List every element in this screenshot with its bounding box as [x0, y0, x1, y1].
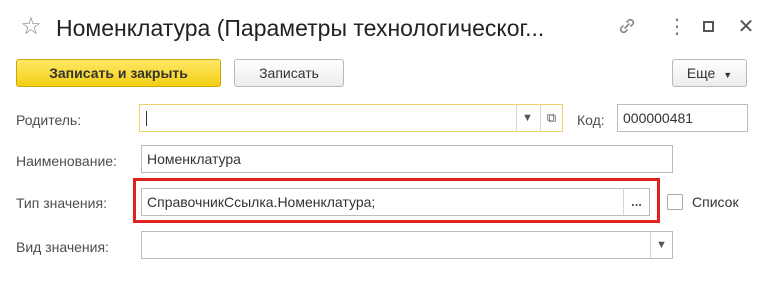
link-icon[interactable] — [616, 16, 638, 38]
save-and-close-button[interactable]: Записать и закрыть — [16, 59, 221, 87]
code-field[interactable]: 000000481 — [617, 104, 748, 132]
value-type-label: Тип значения: — [16, 195, 107, 211]
value-kind-field[interactable]: ▼ — [141, 231, 673, 259]
value-type-field[interactable]: СправочникСсылка.Номенклатура; ... — [141, 188, 650, 216]
star-icon[interactable]: ☆ — [18, 14, 44, 40]
value-kind-label: Вид значения: — [16, 239, 109, 255]
list-checkbox-label: Список — [692, 194, 739, 210]
parent-label: Родитель: — [16, 112, 82, 128]
chevron-down-icon: ▼ — [723, 70, 733, 80]
more-icon[interactable]: ⋮ — [666, 16, 688, 38]
maximize-icon[interactable] — [703, 21, 714, 32]
open-icon[interactable]: ⧉ — [540, 105, 562, 131]
value-type-value: СправочникСсылка.Номенклатура; — [147, 194, 376, 210]
window-title: Номенклатура (Параметры технологическог.… — [56, 15, 545, 41]
name-field[interactable]: Номенклатура — [141, 145, 673, 173]
code-label: Код: — [577, 112, 605, 128]
more-button-label: Еще — [686, 65, 716, 81]
close-icon[interactable]: ✕ — [735, 16, 757, 38]
save-button[interactable]: Записать — [234, 59, 344, 87]
list-checkbox[interactable] — [667, 194, 683, 210]
more-button[interactable]: Еще ▼ — [672, 59, 747, 87]
text-cursor — [146, 111, 147, 126]
dropdown-arrow-icon[interactable]: ▼ — [650, 232, 672, 258]
select-type-button[interactable]: ... — [623, 189, 649, 215]
name-label: Наименование: — [16, 153, 117, 169]
parent-field[interactable]: ▼ ⧉ — [139, 104, 563, 132]
dropdown-arrow-icon[interactable]: ▼ — [516, 105, 538, 131]
